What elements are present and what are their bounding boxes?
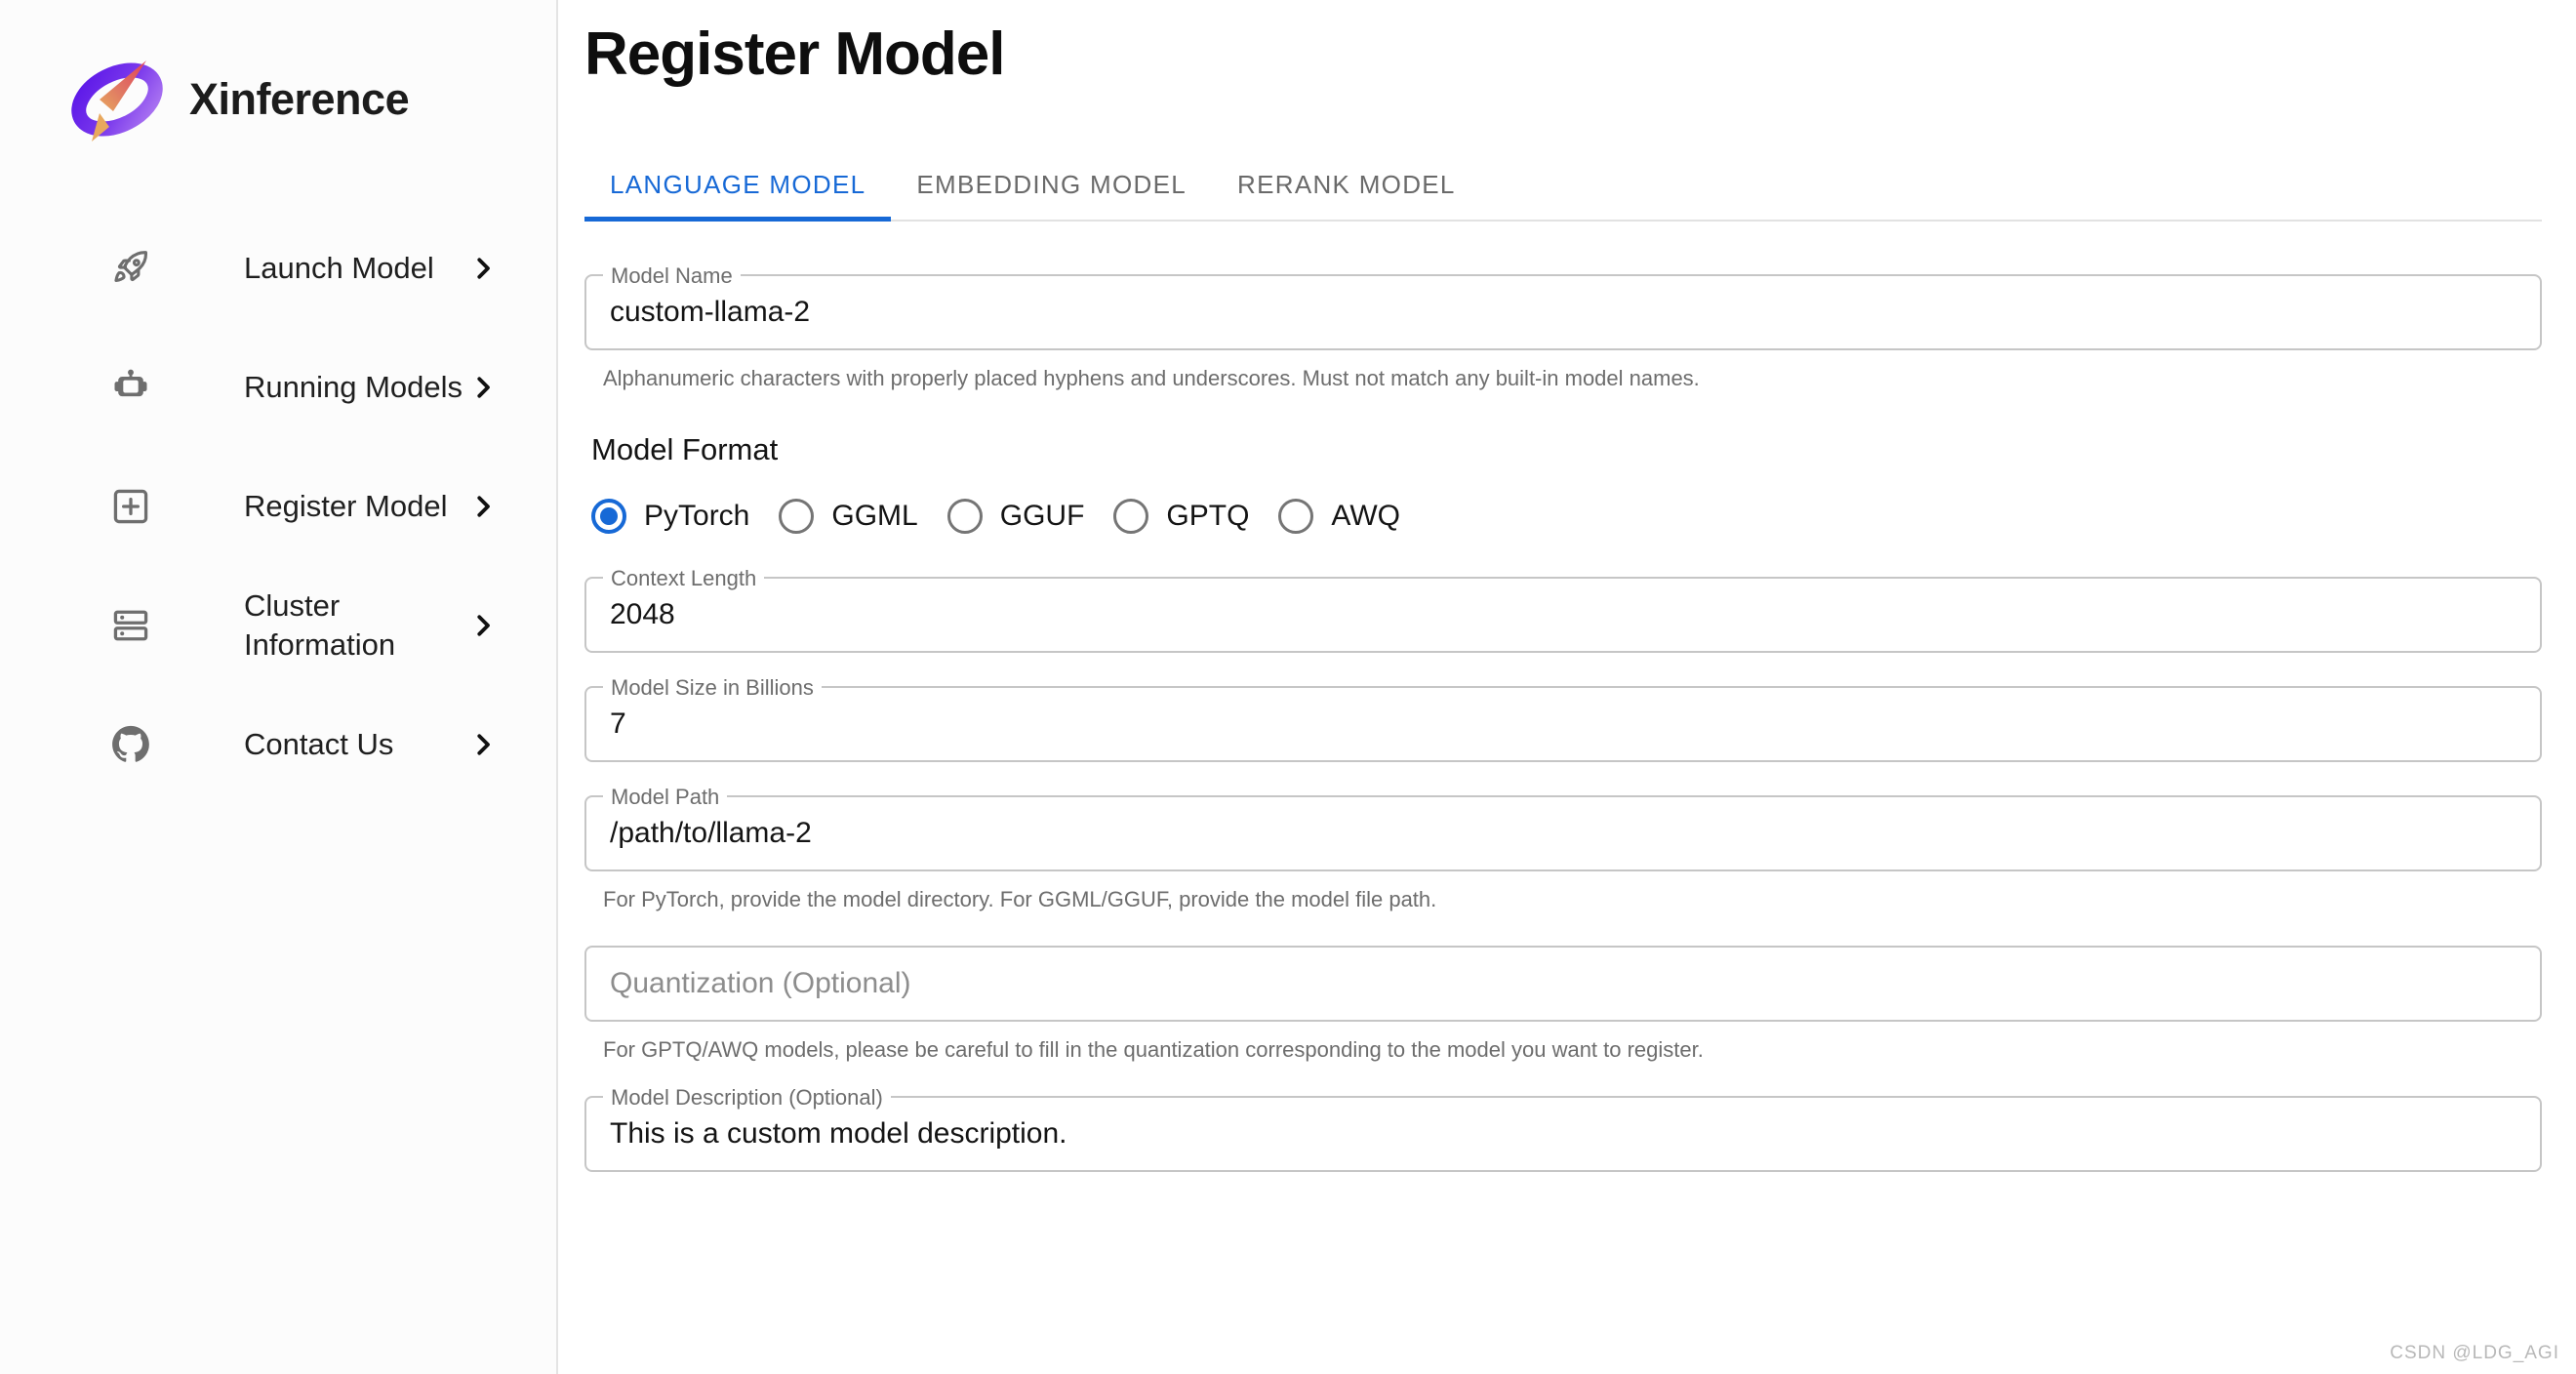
sidebar-item-cluster-information[interactable]: Cluster Information: [0, 566, 556, 685]
model-size-label: Model Size in Billions: [603, 675, 822, 701]
watermark: CSDN @LDG_AGI: [2390, 1343, 2559, 1364]
app-root: Xinference Launch Model: [0, 0, 2576, 1374]
context-length-label: Context Length: [603, 566, 764, 591]
sidebar-nav: Launch Model Running Models: [0, 209, 556, 804]
sidebar-item-label: Cluster Information: [244, 586, 468, 664]
model-description-value: This is a custom model description.: [610, 1117, 1067, 1151]
context-length-value: 2048: [610, 598, 675, 631]
model-name-helper-text: Alphanumeric characters with properly pl…: [603, 366, 2542, 391]
model-size-input[interactable]: Model Size in Billions 7: [584, 686, 2542, 762]
sidebar-item-contact-us[interactable]: Contact Us: [0, 685, 556, 804]
github-icon: [109, 723, 152, 766]
model-name-input[interactable]: Model Name custom-llama-2: [584, 274, 2542, 350]
sidebar-item-register-model[interactable]: Register Model: [0, 447, 556, 566]
model-description-input[interactable]: Model Description (Optional) This is a c…: [584, 1096, 2542, 1172]
radio-label: GPTQ: [1166, 500, 1249, 533]
tab-bar: LANGUAGE MODEL EMBEDDING MODEL RERANK MO…: [584, 148, 2542, 222]
radio-pytorch[interactable]: PyTorch: [591, 489, 779, 544]
tab-embedding-model[interactable]: EMBEDDING MODEL: [891, 148, 1212, 220]
radio-label: AWQ: [1331, 500, 1400, 533]
rocket-icon: [109, 247, 152, 290]
radio-gguf[interactable]: GGUF: [947, 489, 1114, 544]
quantization-placeholder: Quantization (Optional): [610, 967, 911, 1000]
robot-icon: [109, 366, 152, 409]
sidebar-item-label: Launch Model: [244, 249, 468, 288]
sidebar-item-label: Running Models: [244, 368, 468, 407]
model-name-label: Model Name: [603, 263, 741, 289]
chevron-right-icon: [468, 373, 498, 402]
model-size-value: 7: [610, 707, 626, 741]
radio-mark-icon: [1113, 499, 1148, 534]
add-box-icon: [109, 485, 152, 528]
model-path-value: /path/to/llama-2: [610, 817, 812, 850]
radio-label: GGML: [831, 500, 917, 533]
radio-mark-icon: [591, 499, 626, 534]
quantization-field-wrap: Quantization (Optional) For GPTQ/AWQ mod…: [584, 946, 2542, 1063]
model-path-field-wrap: Model Path /path/to/llama-2 For PyTorch,…: [584, 795, 2542, 912]
radio-mark-icon: [779, 499, 814, 534]
model-path-helper-text: For PyTorch, provide the model directory…: [603, 887, 2542, 912]
radio-awq[interactable]: AWQ: [1278, 489, 1429, 544]
chevron-right-icon: [468, 492, 498, 521]
tab-active-indicator: [584, 217, 891, 222]
model-size-field-wrap: Model Size in Billions 7: [584, 686, 2542, 762]
quantization-input[interactable]: Quantization (Optional): [584, 946, 2542, 1022]
model-format-radio-row: PyTorch GGML GGUF GPTQ: [591, 489, 2542, 544]
radio-label: GGUF: [1000, 500, 1085, 533]
radio-gptq[interactable]: GPTQ: [1113, 489, 1278, 544]
chevron-right-icon: [468, 611, 498, 640]
sidebar-item-running-models[interactable]: Running Models: [0, 328, 556, 447]
model-format-title: Model Format: [591, 432, 2542, 467]
radio-mark-icon: [1278, 499, 1313, 534]
model-format-group: Model Format PyTorch GGML GGUF: [584, 432, 2542, 544]
sidebar-item-label: Contact Us: [244, 725, 468, 764]
model-path-label: Model Path: [603, 785, 727, 810]
model-description-field-wrap: Model Description (Optional) This is a c…: [584, 1096, 2542, 1172]
sidebar-item-label: Register Model: [244, 487, 468, 526]
xinference-comet-logo-icon: [66, 51, 168, 148]
radio-mark-icon: [947, 499, 983, 534]
tab-language-model[interactable]: LANGUAGE MODEL: [584, 148, 891, 220]
context-length-field-wrap: Context Length 2048: [584, 577, 2542, 653]
brand-name: Xinference: [189, 74, 409, 125]
model-name-field-wrap: Model Name custom-llama-2 Alphanumeric c…: [584, 274, 2542, 391]
radio-label: PyTorch: [644, 500, 749, 533]
model-description-label: Model Description (Optional): [603, 1085, 891, 1111]
tab-rerank-model[interactable]: RERANK MODEL: [1212, 148, 1481, 220]
model-path-input[interactable]: Model Path /path/to/llama-2: [584, 795, 2542, 871]
page-title: Register Model: [584, 0, 2542, 88]
brand: Xinference: [0, 0, 556, 146]
server-dns-icon: [109, 604, 152, 647]
chevron-right-icon: [468, 730, 498, 759]
sidebar-item-launch-model[interactable]: Launch Model: [0, 209, 556, 328]
radio-ggml[interactable]: GGML: [779, 489, 946, 544]
register-model-form: Model Name custom-llama-2 Alphanumeric c…: [584, 222, 2542, 1172]
chevron-right-icon: [468, 254, 498, 283]
context-length-input[interactable]: Context Length 2048: [584, 577, 2542, 653]
quantization-helper-text: For GPTQ/AWQ models, please be careful t…: [603, 1037, 2542, 1063]
sidebar: Xinference Launch Model: [0, 0, 558, 1374]
main-content: Register Model LANGUAGE MODEL EMBEDDING …: [558, 0, 2576, 1374]
model-name-value: custom-llama-2: [610, 296, 810, 329]
